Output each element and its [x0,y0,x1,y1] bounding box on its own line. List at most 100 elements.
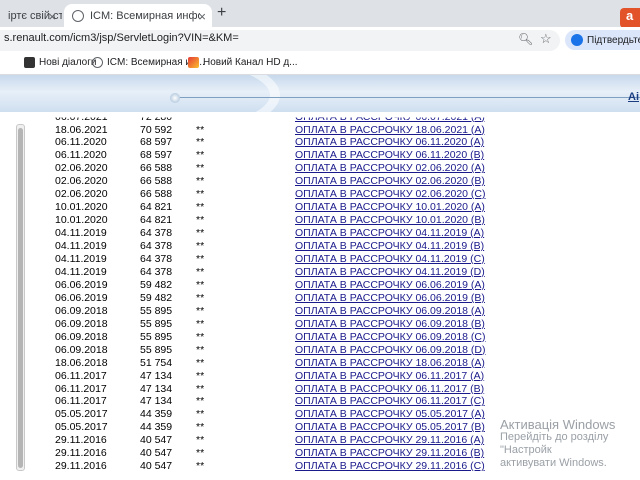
tab-title: ICM: Всемирная информацио [90,9,200,22]
row-mark: ** [196,240,205,253]
bookmark-item[interactable]: Новий Канал HD д... [188,57,298,68]
tab-active[interactable]: ICM: Всемирная информацио × [64,4,212,27]
row-link[interactable]: ОПЛАТА В РАССРОЧКУ 06.11.2017 (B) [295,383,484,396]
table-row: 06.11.2020 68 597 ** ОПЛАТА В РАССРОЧКУ 06.… [0,136,640,149]
row-link[interactable]: ОПЛАТА В РАССРОЧКУ 06.11.2017 (A) [295,370,484,383]
row-mark: ** [196,343,205,356]
table-row: 04.11.2019 64 378 ** ОПЛАТА В РАССРОЧКУ 04.… [0,266,640,279]
row-link[interactable]: ОПЛАТА В РАССРОЧКУ 06.11.2020 (A) [295,136,484,149]
row-km: 47 134 [140,395,173,408]
row-link[interactable]: ОПЛАТА В РАССРОЧКУ 06.11.2017 (C) [295,395,485,408]
url-input[interactable]: s.renault.com/icm3/jsp/ServletLogin?VIN=… [4,32,239,44]
row-link[interactable]: ОПЛАТА В РАССРОЧКУ 29.11.2016 (B) [295,447,484,460]
row-link[interactable]: ОПЛАТА В РАССРОЧКУ 29.11.2016 (C) [295,460,485,473]
row-km: 44 359 [140,408,173,421]
row-km: 66 588 [140,175,173,188]
table-row: 10.01.2020 64 821 ** ОПЛАТА В РАССРОЧКУ 10.… [0,201,640,214]
star-icon[interactable]: ☆ [540,31,552,47]
row-date: 04.11.2019 [55,240,107,253]
row-link[interactable]: ОПЛАТА В РАССРОЧКУ 10.01.2020 (A) [295,201,485,214]
row-km: 64 821 [140,214,173,227]
row-mark: ** [196,278,205,291]
row-link[interactable]: ОПЛАТА В РАССРОЧКУ 04.11.2019 (A) [295,227,484,240]
row-link[interactable]: ОПЛАТА В РАССРОЧКУ 06.06.2019 (A) [295,279,485,292]
row-mark: ** [196,136,205,149]
row-link[interactable]: ОПЛАТА В РАССРОЧКУ 06.09.2018 (A) [295,305,485,318]
row-date: 05.05.2017 [55,421,108,434]
row-mark: ** [196,330,205,343]
row-date: 06.09.2018 [55,330,108,343]
row-link[interactable]: ОПЛАТА В РАССРОЧКУ 05.05.2017 (A) [295,408,485,421]
row-link[interactable]: ОПЛАТА В РАССРОЧКУ 02.06.2020 (A) [295,162,485,175]
row-date: 06.06.2019 [55,291,108,304]
row-date: 06.11.2020 [55,136,107,149]
row-mark: ** [196,188,205,201]
row-mark: ** [196,162,205,175]
row-km: 55 895 [140,343,173,356]
row-km: 51 754 [140,356,173,369]
row-date: 18.06.2021 [55,123,108,136]
row-mark: ** [196,408,205,421]
row-link[interactable]: ОПЛАТА В РАССРОЧКУ 10.01.2020 (B) [295,214,485,227]
row-mark: ** [196,291,205,304]
row-mark: ** [196,434,205,447]
row-mark: ** [196,460,205,473]
row-mark: ** [196,201,205,214]
table-row: 06.11.2017 47 134 ** ОПЛАТА В РАССРОЧКУ 06.… [0,383,640,396]
zoom-icon[interactable]: 🔍︎ [518,32,533,46]
bookmark-label: Новий Канал HD д... [203,57,298,68]
row-link[interactable]: ОПЛАТА В РАССРОЧКУ 02.06.2020 (B) [295,175,485,188]
row-link[interactable]: ОПЛАТА В РАССРОЧКУ 04.11.2019 (D) [295,266,485,279]
confirm-button[interactable]: Підтвердьте [565,30,640,50]
watermark-title: Активація Windows [500,417,616,432]
bookmarks-bar: и Нові діалоги ICM: Всемирная ин... Нови… [0,54,640,75]
new-tab-button[interactable]: + [217,4,226,22]
row-link[interactable]: ОПЛАТА В РАССРОЧКУ 18.06.2021 (A) [295,124,485,137]
banner-link[interactable]: Ai [628,91,639,103]
close-icon[interactable]: × [48,9,56,24]
profile-icon [571,34,583,46]
row-date: 06.06.2019 [55,278,108,291]
row-km: 64 378 [140,253,173,265]
row-link[interactable]: ОПЛАТА В РАССРОЧКУ 04.11.2019 (C) [295,253,485,266]
table-row: 06.11.2017 47 134 ** ОПЛАТА В РАССРОЧКУ 06.… [0,395,640,408]
row-link[interactable]: ОПЛАТА В РАССРОЧКУ 18.06.2018 (A) [295,357,485,370]
row-link[interactable]: ОПЛАТА В РАССРОЧКУ 02.06.2020 (C) [295,188,486,201]
table-row: 04.11.2019 64 378 ** ОПЛАТА В РАССРОЧКУ 04.… [0,253,640,266]
close-icon[interactable]: × [198,9,206,24]
row-link[interactable]: ОПЛАТА В РАССРОЧКУ 06.09.2018 (C) [295,331,486,344]
row-km: 59 482 [140,291,173,304]
row-mark: ** [196,227,205,240]
row-date: 05.05.2017 [55,408,108,421]
bookmark-item[interactable]: Нові діалоги [24,57,96,68]
table-row: 06.11.2017 47 134 ** ОПЛАТА В РАССРОЧКУ 06.… [0,370,640,383]
row-link[interactable]: ОПЛАТА В РАССРОЧКУ 04.11.2019 (B) [295,240,484,253]
row-link[interactable]: ОПЛАТА В РАССРОЧКУ 29.11.2016 (A) [295,434,484,447]
channel-icon [188,57,199,68]
row-km: 55 895 [140,317,173,330]
row-km: 55 895 [140,304,173,317]
row-link[interactable]: ОПЛАТА В РАССРОЧКУ 06.11.2020 (B) [295,149,484,162]
row-link[interactable]: ОПЛАТА В РАССРОЧКУ 06.09.2018 (D) [295,344,486,357]
row-mark: ** [196,447,205,460]
table-row: 10.01.2020 64 821 ** ОПЛАТА В РАССРОЧКУ 10.… [0,214,640,227]
row-date: 02.06.2020 [55,162,108,175]
row-date: 29.11.2016 [55,460,107,473]
row-date: 02.06.2020 [55,175,108,188]
row-link[interactable]: ОПЛАТА В РАССРОЧКУ 06.06.2019 (B) [295,292,485,305]
row-date: 10.01.2020 [55,214,108,227]
row-date: 02.06.2020 [55,188,108,201]
row-link[interactable]: ОПЛАТА В РАССРОЧКУ 05.05.2017 (B) [295,421,485,434]
row-km: 68 597 [140,149,173,162]
table-row: 02.06.2020 66 588 ** ОПЛАТА В РАССРОЧКУ 02.… [0,162,640,175]
row-mark: ** [196,123,205,136]
row-mark: ** [196,253,205,265]
globe-icon [92,57,103,68]
row-km: 68 597 [140,136,173,149]
banner-line [175,97,640,98]
tab-inactive[interactable]: іртє свій ста × [0,4,62,27]
table-row: 06.09.2018 55 895 ** ОПЛАТА В РАССРОЧКУ 06.… [0,344,640,357]
table-row: 06.09.2018 55 895 ** ОПЛАТА В РАССРОЧКУ 06.… [0,305,640,318]
row-km: 40 547 [140,447,173,460]
row-link[interactable]: ОПЛАТА В РАССРОЧКУ 06.09.2018 (B) [295,318,485,331]
